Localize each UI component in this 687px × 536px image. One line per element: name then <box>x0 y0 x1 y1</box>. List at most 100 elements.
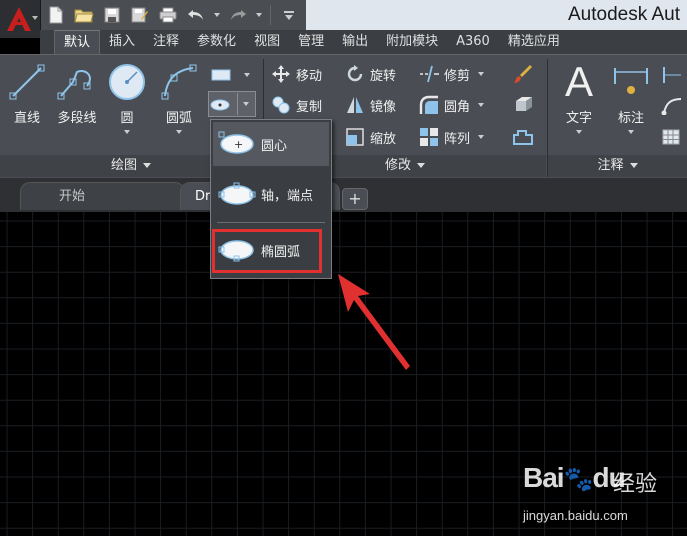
circle-button[interactable]: 圆 <box>100 61 154 134</box>
text-icon: A <box>564 58 593 105</box>
tab-annotate[interactable]: 注释 <box>144 30 188 54</box>
ellipse-button[interactable] <box>208 91 256 117</box>
autocad-logo-icon <box>7 7 31 31</box>
rectangle-button[interactable] <box>210 63 250 87</box>
polyline-button[interactable]: 多段线 <box>50 61 104 126</box>
dimension-label: 标注 <box>617 111 644 126</box>
annotation-panel-footer[interactable]: 注释 <box>548 155 687 177</box>
watermark-brand: Bai <box>523 462 565 493</box>
brush-icon <box>512 63 534 85</box>
dimension-button[interactable]: 标注 <box>604 61 658 134</box>
baidu-watermark: Bai🐾du 经验 jingyan.baidu.com <box>523 462 683 532</box>
watermark-logo: Bai🐾du <box>523 462 626 494</box>
copy-button[interactable]: 复制 <box>270 93 322 117</box>
menu-item-label: 圆心 <box>261 138 288 154</box>
mirror-icon <box>344 94 366 116</box>
tab-output[interactable]: 输出 <box>333 30 377 54</box>
tab-featured-apps[interactable]: 精选应用 <box>499 30 569 54</box>
chevron-down-icon <box>176 130 182 134</box>
leader-button[interactable] <box>660 93 686 117</box>
leader-icon <box>660 94 682 116</box>
arc-icon <box>152 61 206 103</box>
menu-item-ellipse-center[interactable]: + 圆心 <box>213 122 329 166</box>
trim-label: 修剪 <box>444 68 471 84</box>
tab-parametric[interactable]: 参数化 <box>188 30 245 54</box>
chevron-down-icon <box>478 103 485 107</box>
modify-panel-title: 修改 <box>384 158 411 173</box>
highlight-box <box>212 229 322 273</box>
toolbar-divider <box>270 5 271 25</box>
copy-icon <box>270 94 292 116</box>
fillet-button[interactable]: 圆角 <box>418 93 485 117</box>
annotation-arrow <box>338 274 410 370</box>
tab-default[interactable]: 默认 <box>54 30 101 54</box>
save-icon[interactable] <box>100 3 124 27</box>
polyline-label: 多段线 <box>57 111 97 126</box>
paw-icon: 🐾 <box>563 466 594 493</box>
menu-item-ellipse-axis-end[interactable]: 轴，端点 <box>213 172 329 216</box>
redo-icon[interactable] <box>226 3 250 27</box>
table-button[interactable] <box>660 125 686 149</box>
ellipse-icon <box>209 93 231 115</box>
polyline-icon <box>50 61 104 103</box>
chevron-down-icon <box>417 163 425 168</box>
print-icon[interactable] <box>156 3 180 27</box>
trim-button[interactable]: 修剪 <box>418 62 485 86</box>
add-tab-button[interactable]: + <box>342 188 368 210</box>
mirror-label: 镜像 <box>370 99 397 115</box>
mirror-button[interactable]: 镜像 <box>344 93 396 117</box>
chevron-down-icon <box>629 163 638 168</box>
table-icon <box>660 126 682 148</box>
tab-a360[interactable]: A360 <box>447 30 499 54</box>
redo-dropdown-button[interactable] <box>254 3 264 27</box>
stretch-button[interactable] <box>512 125 538 149</box>
chevron-down-icon <box>478 72 485 76</box>
tab-addins[interactable]: 附加模块 <box>377 30 447 54</box>
scale-label: 缩放 <box>370 131 397 147</box>
rotate-icon <box>344 63 366 85</box>
application-menu-button[interactable] <box>0 0 41 38</box>
text-button[interactable]: A 文字 <box>552 61 606 134</box>
tab-insert[interactable]: 插入 <box>100 30 144 54</box>
array-button[interactable]: 阵列 <box>418 125 485 149</box>
arc-label: 圆弧 <box>165 111 192 126</box>
customize-icon[interactable] <box>277 3 301 27</box>
3d-box-button[interactable] <box>512 93 538 117</box>
undo-dropdown-button[interactable] <box>212 3 222 27</box>
linear-dim-button[interactable] <box>660 63 686 87</box>
array-icon <box>418 126 440 148</box>
ellipse-dropdown-button[interactable] <box>243 102 249 106</box>
tab-manage[interactable]: 管理 <box>289 30 333 54</box>
draw-panel-title: 绘图 <box>110 158 137 173</box>
scale-icon <box>344 126 366 148</box>
ribbon-panels: 直线 多段线 圆 圆弧 绘图 移动 旋转 修剪 复制 镜像 圆角 缩放 阵列 修… <box>0 54 687 179</box>
erase-button[interactable] <box>512 62 538 86</box>
rotate-button[interactable]: 旋转 <box>344 62 396 86</box>
circle-icon <box>100 61 154 103</box>
array-label: 阵列 <box>444 131 471 147</box>
line-button[interactable]: 直线 <box>0 61 54 126</box>
rotate-label: 旋转 <box>370 68 397 84</box>
fillet-icon <box>418 94 440 116</box>
move-button[interactable]: 移动 <box>270 62 322 86</box>
stretch-icon <box>512 126 534 148</box>
arc-button[interactable]: 圆弧 <box>152 61 206 134</box>
fillet-label: 圆角 <box>444 99 471 115</box>
menu-item-label: 轴，端点 <box>261 188 314 204</box>
new-file-icon[interactable] <box>44 3 68 27</box>
scale-button[interactable]: 缩放 <box>344 125 396 149</box>
open-folder-icon[interactable] <box>72 3 96 27</box>
save-as-icon[interactable] <box>128 3 152 27</box>
tab-view[interactable]: 视图 <box>245 30 289 54</box>
dimension-icon <box>604 61 658 103</box>
undo-icon[interactable] <box>184 3 208 27</box>
move-label: 移动 <box>296 68 323 84</box>
chevron-down-icon <box>32 16 38 20</box>
chevron-down-icon <box>124 130 130 134</box>
trim-icon <box>418 63 440 85</box>
plus-icon: + <box>348 189 362 208</box>
watermark-url: jingyan.baidu.com <box>523 508 628 523</box>
cube-icon <box>512 94 534 116</box>
doc-tab-start[interactable]: 开始 <box>20 182 185 210</box>
annotation-panel-title: 注释 <box>597 158 624 173</box>
